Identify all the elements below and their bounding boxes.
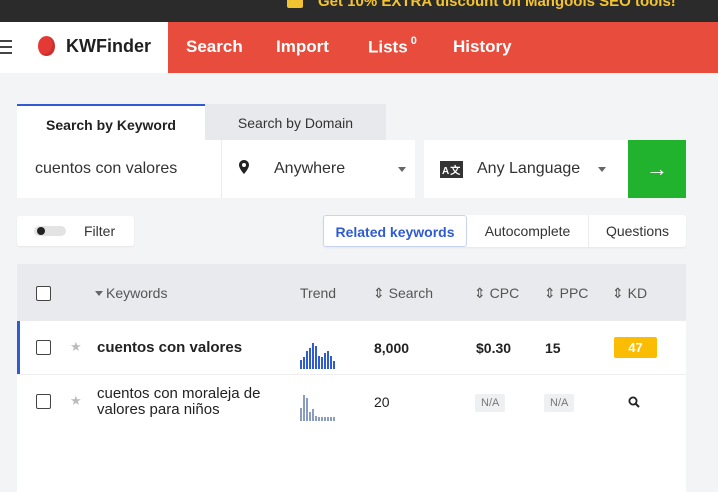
brand-name[interactable]: KWFinder — [66, 36, 151, 57]
trend-bar — [312, 343, 314, 369]
trend-bar — [324, 353, 326, 369]
header-trend: Trend — [300, 285, 337, 301]
table-header: Keywords Trend ⇕ Search ⇕ CPC ⇕ PPC ⇕ KD — [17, 264, 686, 321]
trend-bar — [318, 356, 320, 369]
search-volume: 8,000 — [374, 340, 410, 356]
select-all-checkbox[interactable] — [36, 286, 51, 301]
header-search[interactable]: ⇕ Search — [373, 285, 433, 302]
toggle-switch[interactable] — [34, 226, 66, 236]
trend-bar — [333, 361, 335, 369]
location-value: Anywhere — [274, 160, 346, 177]
sort-icon: ⇕ — [373, 285, 385, 301]
table-row[interactable]: ★ cuentos con moraleja de valores para n… — [17, 374, 686, 429]
tab-search-by-keyword[interactable]: Search by Keyword — [17, 104, 205, 140]
nav-search[interactable]: Search — [186, 37, 243, 57]
header-ppc[interactable]: ⇕ PPC — [544, 285, 588, 302]
trend-bar — [306, 351, 308, 369]
tab-autocomplete[interactable]: Autocomplete — [467, 215, 589, 247]
trend-bar — [303, 357, 305, 369]
header-keywords[interactable]: Keywords — [95, 285, 167, 301]
trend-bar — [309, 412, 311, 421]
sort-icon: ⇕ — [474, 285, 486, 301]
trend-bar — [327, 351, 329, 369]
nav-history[interactable]: History — [453, 37, 512, 57]
trend-bar — [327, 417, 329, 421]
header-keywords-label: Keywords — [106, 285, 168, 301]
trend-bar — [315, 416, 317, 421]
header-kd[interactable]: ⇕ KD — [612, 285, 647, 302]
language-icon: A文 — [440, 161, 464, 178]
tab-questions[interactable]: Questions — [589, 215, 686, 247]
keyword-text[interactable]: cuentos con moraleja de valores para niñ… — [97, 386, 260, 418]
location-select[interactable]: Anywhere — [221, 140, 415, 198]
location-pin-icon — [239, 160, 249, 174]
star-icon[interactable]: ★ — [70, 339, 82, 355]
header-ppc-label: PPC — [559, 285, 589, 301]
chevron-down-icon — [598, 167, 606, 172]
language-select[interactable]: A文 Any Language — [424, 140, 628, 198]
lists-count-badge: 0 — [410, 35, 417, 47]
star-icon[interactable]: ★ — [70, 393, 82, 409]
header-kd-label: KD — [627, 285, 648, 301]
table-row[interactable]: ★ cuentos con valores 8,000 $0.30 15 47 — [17, 321, 686, 374]
search-panel: Search by Keyword Search by Domain Anywh… — [17, 104, 686, 199]
sort-icon: ⇕ — [612, 285, 624, 301]
result-type-tabs: Related keywords Autocomplete Questions — [323, 215, 686, 247]
chevron-down-icon — [398, 167, 406, 172]
filter-label: Filter — [84, 223, 116, 239]
trend-bar — [315, 346, 317, 369]
menu-icon[interactable] — [0, 40, 12, 54]
header-cpc-label: CPC — [489, 285, 520, 301]
kd-badge: 47 — [614, 337, 657, 358]
tab-search-by-domain[interactable]: Search by Domain — [205, 104, 386, 140]
sort-down-icon — [95, 291, 103, 296]
sort-icon: ⇕ — [544, 285, 556, 301]
trend-bar — [324, 417, 326, 421]
nav-lists[interactable]: Lists 0 — [368, 35, 417, 58]
trend-sparkline — [300, 343, 336, 369]
trend-bar — [300, 360, 302, 369]
language-value: Any Language — [477, 160, 581, 177]
promo-text: Get 10% EXTRA discount on Mangools SEO t… — [318, 0, 676, 10]
kwfinder-logo-icon — [38, 36, 55, 56]
row-checkbox[interactable] — [36, 394, 51, 409]
trend-bar — [321, 417, 323, 421]
cpc-value: N/A — [475, 394, 506, 412]
cpc-value: $0.30 — [476, 340, 512, 356]
brand-area: KWFinder — [0, 22, 168, 73]
trend-bar — [312, 409, 314, 421]
trend-sparkline — [300, 395, 336, 421]
trend-bar — [300, 408, 302, 421]
nav-import[interactable]: Import — [276, 37, 329, 57]
trend-bar — [330, 417, 332, 421]
nav-lists-label: Lists — [368, 37, 408, 57]
header-search-label: Search — [388, 285, 433, 301]
keyword-line: cuentos con moraleja de — [97, 385, 261, 402]
top-navbar: KWFinder Search Import Lists 0 History — [0, 22, 718, 73]
keyword-input[interactable] — [17, 140, 221, 198]
keyword-line: valores para niños — [97, 401, 220, 418]
magnifier-icon[interactable] — [628, 396, 640, 408]
trend-bar — [309, 348, 311, 369]
trend-bar — [318, 417, 320, 421]
keyword-text[interactable]: cuentos con valores — [97, 339, 242, 356]
trend-bar — [330, 356, 332, 369]
tab-related-keywords[interactable]: Related keywords — [323, 215, 467, 247]
promo-bar[interactable]: Get 10% EXTRA discount on Mangools SEO t… — [0, 0, 718, 22]
search-go-button[interactable]: → — [628, 140, 686, 198]
trend-bar — [333, 417, 335, 421]
trend-bar — [321, 357, 323, 369]
trend-bar — [306, 398, 308, 421]
search-row: Anywhere A文 Any Language → — [17, 140, 686, 198]
table-empty-area — [17, 429, 686, 492]
header-cpc[interactable]: ⇕ CPC — [474, 285, 519, 302]
gift-icon — [287, 0, 303, 8]
search-volume: 20 — [374, 394, 390, 410]
row-checkbox[interactable] — [36, 340, 51, 355]
ppc-value: 15 — [545, 340, 561, 356]
ppc-value: N/A — [544, 394, 575, 412]
trend-bar — [303, 395, 305, 421]
filter-toggle[interactable]: Filter — [17, 216, 134, 246]
